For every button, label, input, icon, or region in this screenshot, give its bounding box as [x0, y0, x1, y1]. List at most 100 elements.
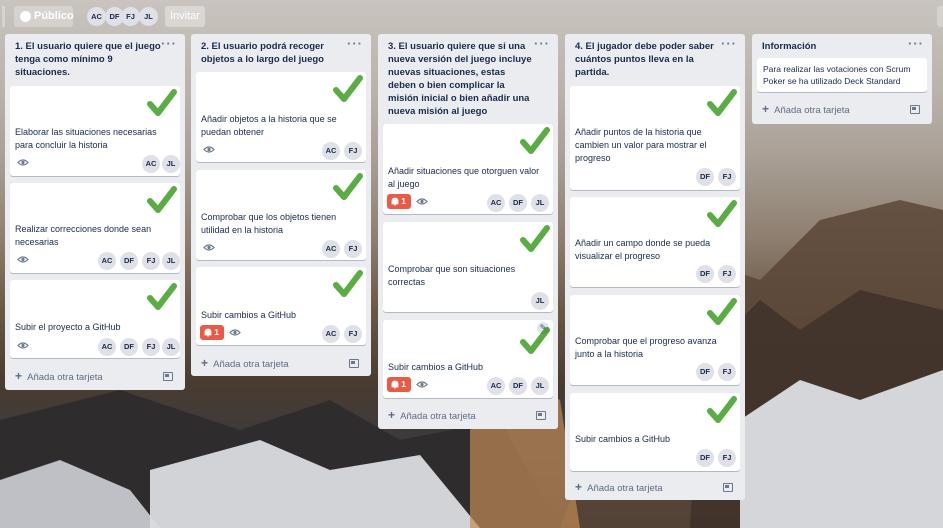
eye-icon	[17, 255, 29, 264]
card-template-icon[interactable]	[910, 105, 920, 114]
bell-icon	[391, 197, 399, 206]
list-info: Información ··· Para realizar las votaci…	[752, 34, 932, 124]
card[interactable]: Añadir un campo donde se pueda visualiza…	[570, 197, 740, 287]
add-card-button[interactable]: + Añada otra tarjeta	[575, 481, 663, 495]
checkmark-icon	[146, 282, 178, 314]
list-title[interactable]: 3. El usuario quiere que si una nueva ve…	[388, 40, 534, 118]
card[interactable]: Para realizar las votaciones con Scrum P…	[757, 58, 927, 92]
card[interactable]: Elaborar las situaciones necesarias para…	[10, 86, 180, 176]
card-member-avatar[interactable]: FJ	[344, 142, 362, 160]
card-member-avatar[interactable]: AC	[142, 155, 160, 173]
card-member-avatar[interactable]: FJ	[718, 265, 736, 283]
card[interactable]: Subir cambios a GitHub DF FJ	[570, 393, 740, 471]
card[interactable]: Subir cambios a GitHub 1 AC FJ	[196, 267, 366, 345]
list-title[interactable]: 1. El usuario quiere que el juego tenga …	[15, 40, 161, 79]
card-member-avatar[interactable]: DF	[509, 377, 527, 395]
card-member-avatar[interactable]: DF	[696, 449, 714, 467]
card[interactable]: Realizar correcciones donde sean necesar…	[10, 183, 180, 273]
list-menu-button[interactable]: ···	[721, 37, 737, 50]
add-card-button[interactable]: + Añada otra tarjeta	[762, 103, 850, 117]
card-title: Comprobar que los objetos tienen utilida…	[201, 212, 337, 235]
card-member-avatar[interactable]: FJ	[142, 252, 160, 270]
card-member-avatar[interactable]: JL	[531, 194, 549, 212]
card-member-avatar[interactable]: AC	[487, 194, 505, 212]
eye-icon	[416, 380, 428, 389]
list-title[interactable]: Información	[762, 40, 908, 53]
card[interactable]: Añadir objetos a la historia que se pued…	[196, 72, 366, 162]
card[interactable]: Comprobar que son situaciones correctas …	[383, 222, 553, 312]
card-member-avatar[interactable]: AC	[98, 338, 116, 356]
board-menu-button[interactable]	[937, 6, 943, 27]
card-member-avatar[interactable]: JL	[531, 377, 549, 395]
checkmark-icon	[706, 297, 738, 329]
card-member-avatar[interactable]: DF	[509, 194, 527, 212]
card[interactable]: ✎ Subir cambios a GitHub 1 AC DF JL	[383, 320, 553, 398]
card-member-avatar[interactable]: AC	[322, 142, 340, 160]
due-badge[interactable]: 1	[387, 377, 411, 392]
board-member-avatar[interactable]: AC	[87, 7, 106, 26]
card-member-avatar[interactable]: FJ	[344, 240, 362, 258]
card-template-icon[interactable]	[723, 483, 733, 492]
add-card-button[interactable]: + Añada otra tarjeta	[388, 409, 476, 423]
card-title: Añadir situaciones que otorguen valor al…	[388, 166, 540, 189]
card-member-avatar[interactable]: FJ	[718, 168, 736, 186]
board-member-avatar[interactable]: FJ	[121, 7, 140, 26]
list-menu-button[interactable]: ···	[534, 37, 550, 50]
card-member-avatar[interactable]: AC	[322, 240, 340, 258]
checkmark-icon	[332, 269, 364, 301]
card-member-avatar[interactable]: DF	[696, 363, 714, 381]
card-member-avatar[interactable]: JL	[531, 292, 549, 310]
list-title[interactable]: 2. El usuario podrá recoger objetos a lo…	[201, 40, 347, 66]
card-member-avatar[interactable]: AC	[98, 252, 116, 270]
card-member-avatar[interactable]: JL	[162, 252, 180, 270]
card-template-icon[interactable]	[536, 411, 546, 420]
list-3: 3. El usuario quiere que si una nueva ve…	[378, 34, 558, 429]
list-2: 2. El usuario podrá recoger objetos a lo…	[191, 34, 371, 376]
visibility-label: Público	[34, 10, 74, 22]
card-member-avatar[interactable]: AC	[322, 325, 340, 343]
eye-icon	[416, 197, 428, 206]
card-title: Añadir objetos a la historia que se pued…	[201, 114, 337, 137]
header-divider	[2, 6, 5, 27]
add-card-label: Añada otra tarjeta	[400, 411, 476, 422]
card-member-avatar[interactable]: FJ	[718, 449, 736, 467]
card[interactable]: Comprobar que los objetos tienen utilida…	[196, 170, 366, 260]
card-template-icon[interactable]	[349, 359, 359, 368]
card-title: Comprobar que el progreso avanza junto a…	[575, 336, 717, 359]
card[interactable]: Comprobar que el progreso avanza junto a…	[570, 295, 740, 385]
list-menu-button[interactable]: ···	[161, 37, 177, 50]
invite-button[interactable]: Invitar	[165, 6, 205, 27]
card-member-avatar[interactable]: DF	[120, 338, 138, 356]
card-member-avatar[interactable]: DF	[696, 168, 714, 186]
card[interactable]: Añadir puntos de la historia que cambien…	[570, 86, 740, 190]
card-template-icon[interactable]	[163, 372, 173, 381]
globe-icon	[20, 11, 31, 22]
card-member-avatar[interactable]: JL	[162, 155, 180, 173]
board-member-avatar[interactable]: JL	[139, 7, 158, 26]
card-member-avatar[interactable]: FJ	[344, 325, 362, 343]
card-title: Realizar correcciones donde sean necesar…	[15, 224, 152, 247]
add-card-button[interactable]: + Añada otra tarjeta	[15, 370, 103, 384]
bell-icon	[391, 380, 399, 389]
list-title[interactable]: 4. El jugador debe poder saber cuántos p…	[575, 40, 721, 79]
add-card-button[interactable]: + Añada otra tarjeta	[201, 357, 289, 371]
card-member-avatar[interactable]: DF	[120, 252, 138, 270]
list-menu-button[interactable]: ···	[347, 37, 363, 50]
card-title: Subir cambios a GitHub	[575, 434, 671, 444]
plus-icon: +	[201, 356, 209, 370]
checkmark-icon	[519, 224, 551, 256]
card[interactable]: Subir el proyecto a GitHub AC DF FJ JL	[10, 280, 180, 358]
card-member-avatar[interactable]: FJ	[718, 363, 736, 381]
edit-pencil-icon[interactable]: ✎	[537, 322, 549, 334]
card[interactable]: Añadir situaciones que otorguen valor al…	[383, 124, 553, 214]
visibility-button[interactable]: Público	[14, 6, 74, 27]
checkmark-icon	[332, 74, 364, 106]
card-title: Elaborar las situaciones necesarias para…	[15, 127, 157, 150]
due-badge[interactable]: 1	[387, 194, 411, 209]
card-member-avatar[interactable]: FJ	[142, 338, 160, 356]
list-menu-button[interactable]: ···	[908, 37, 924, 50]
card-member-avatar[interactable]: AC	[487, 377, 505, 395]
card-member-avatar[interactable]: JL	[162, 338, 180, 356]
card-member-avatar[interactable]: DF	[696, 265, 714, 283]
due-badge[interactable]: 1	[200, 325, 224, 340]
